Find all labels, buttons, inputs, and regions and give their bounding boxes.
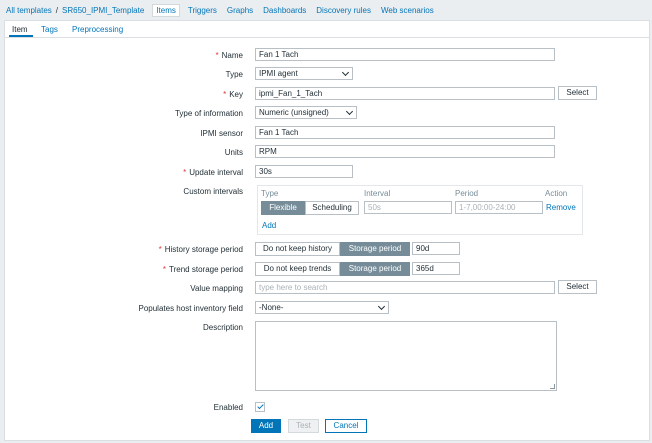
- enabled-checkbox[interactable]: [255, 402, 265, 412]
- history-storage-input[interactable]: 90d: [412, 242, 460, 255]
- value-mapping-label: Value mapping: [190, 284, 243, 293]
- nav-dashboards[interactable]: Dashboards: [263, 6, 306, 15]
- update-interval-label: * Update interval: [183, 168, 243, 177]
- nav-items[interactable]: Items: [152, 3, 180, 17]
- ci-interval-input[interactable]: 50s: [364, 201, 452, 214]
- nav-graphs[interactable]: Graphs: [227, 6, 253, 15]
- chevron-down-icon: [377, 302, 386, 311]
- ci-column-action: Action: [545, 189, 568, 198]
- inventory-field-label: Populates host inventory field: [138, 304, 243, 313]
- ci-type-flexible[interactable]: Flexible: [261, 201, 305, 215]
- history-do-not-keep-button[interactable]: Do not keep history: [255, 242, 340, 256]
- template-link[interactable]: SR650_IPMI_Template: [62, 6, 144, 15]
- name-label: * Name: [215, 51, 243, 60]
- form-tabs: Item Tags Preprocessing: [5, 21, 649, 38]
- nav-web-scenarios[interactable]: Web scenarios: [381, 6, 434, 15]
- key-input[interactable]: ipmi_Fan_1_Tach: [255, 87, 555, 100]
- resize-handle-icon[interactable]: [550, 384, 555, 389]
- custom-intervals-table: Type Interval Period Action Flexible Sch…: [257, 185, 583, 235]
- tab-preprocessing[interactable]: Preprocessing: [72, 25, 123, 34]
- breadcrumb: All templates / SR650_IPMI_Template Item…: [0, 0, 652, 20]
- tab-tags[interactable]: Tags: [41, 25, 58, 34]
- ci-column-interval: Interval: [364, 189, 391, 198]
- trend-storage-label: * Trend storage period: [162, 265, 243, 274]
- ci-column-type: Type: [261, 189, 279, 198]
- update-interval-input[interactable]: 30s: [255, 165, 353, 178]
- type-label: Type: [225, 70, 243, 79]
- all-templates-link[interactable]: All templates: [6, 6, 52, 15]
- name-input[interactable]: Fan 1 Tach: [255, 48, 555, 61]
- item-form-panel: Item Tags Preprocessing * Name Fan 1 Tach…: [4, 20, 650, 441]
- checkmark-icon: [257, 402, 264, 410]
- add-button[interactable]: Add: [251, 419, 281, 433]
- type-select-value: IPMI agent: [259, 69, 298, 78]
- chevron-down-icon: [345, 107, 354, 116]
- key-select-button[interactable]: Select: [558, 86, 597, 100]
- breadcrumb-separator: /: [55, 5, 59, 15]
- test-button[interactable]: Test: [288, 419, 319, 433]
- ci-period-input[interactable]: 1-7,00:00-24:00: [455, 201, 543, 214]
- type-of-information-label: Type of information: [174, 109, 243, 118]
- trend-storage-input[interactable]: 365d: [412, 262, 460, 275]
- ci-column-period: Period: [455, 189, 479, 198]
- value-mapping-search-input[interactable]: type here to search: [255, 281, 555, 294]
- units-label: Units: [224, 148, 243, 157]
- inventory-field-value: -None-: [259, 303, 284, 312]
- inventory-field-select[interactable]: -None-: [255, 301, 389, 314]
- ipmi-sensor-input[interactable]: Fan 1 Tach: [255, 126, 555, 139]
- ci-add-link[interactable]: Add: [262, 221, 276, 230]
- active-tab-indicator: [9, 35, 33, 37]
- ipmi-sensor-label: IPMI sensor: [200, 129, 243, 138]
- description-textarea[interactable]: [255, 321, 557, 391]
- key-label: * Key: [223, 90, 243, 99]
- value-mapping-select-button[interactable]: Select: [558, 280, 597, 294]
- type-select[interactable]: IPMI agent: [255, 67, 353, 80]
- ci-type-scheduling[interactable]: Scheduling: [305, 201, 359, 215]
- trend-storage-period-button[interactable]: Storage period: [340, 262, 410, 276]
- type-of-information-select[interactable]: Numeric (unsigned): [255, 106, 357, 119]
- nav-triggers[interactable]: Triggers: [188, 6, 217, 15]
- description-label: Description: [202, 323, 243, 332]
- ci-remove-link[interactable]: Remove: [546, 203, 576, 212]
- chevron-down-icon: [341, 68, 350, 77]
- units-input[interactable]: RPM: [255, 145, 555, 158]
- tab-item[interactable]: Item: [12, 25, 28, 34]
- custom-intervals-label: Custom intervals: [183, 187, 243, 196]
- trend-do-not-keep-button[interactable]: Do not keep trends: [255, 262, 340, 276]
- nav-discovery-rules[interactable]: Discovery rules: [316, 6, 371, 15]
- cancel-button[interactable]: Cancel: [325, 419, 367, 433]
- history-storage-period-button[interactable]: Storage period: [340, 242, 410, 256]
- enabled-label: Enabled: [213, 403, 243, 412]
- type-of-information-value: Numeric (unsigned): [259, 108, 329, 117]
- history-storage-label: * History storage period: [158, 245, 243, 254]
